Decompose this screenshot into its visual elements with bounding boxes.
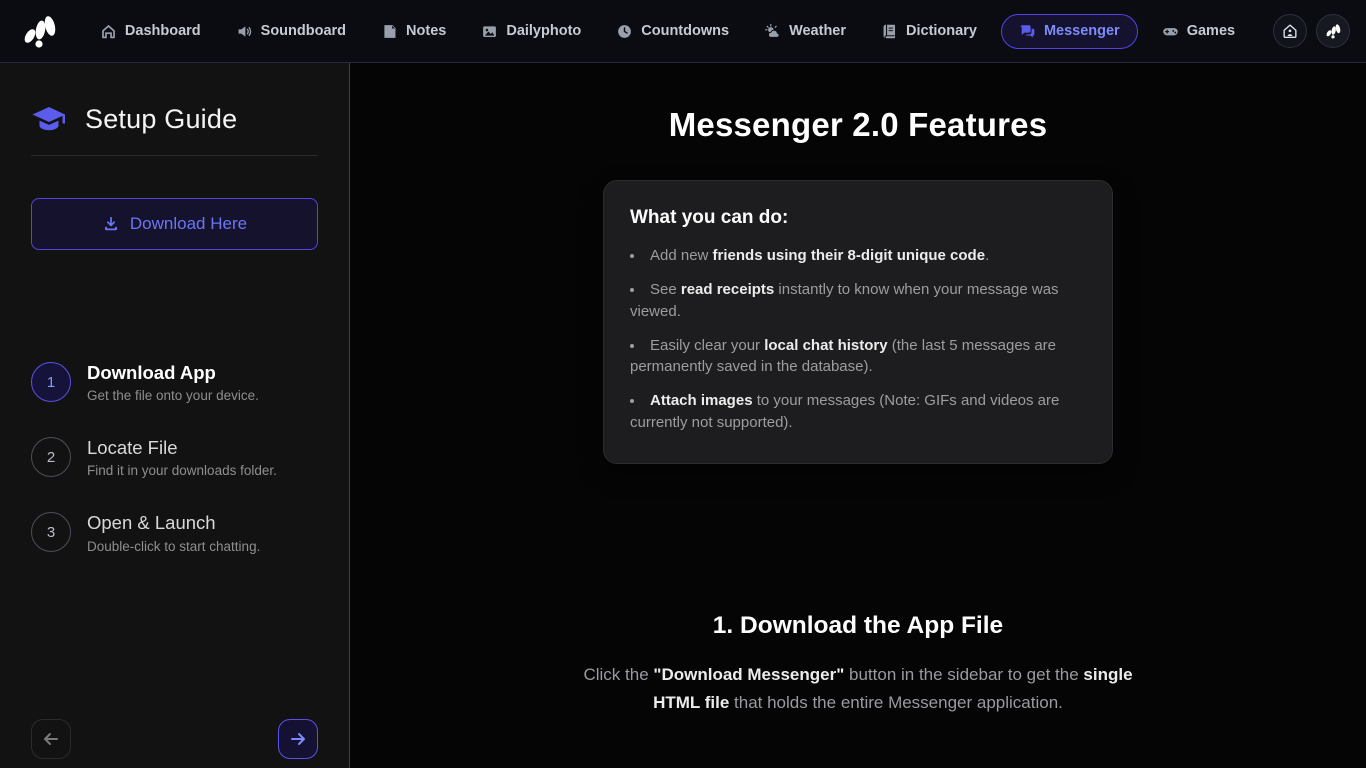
- sidebar-divider: [31, 155, 318, 156]
- main-content: Messenger 2.0 Features What you can do: …: [350, 63, 1366, 768]
- nav-item-dashboard[interactable]: Dashboard: [89, 15, 212, 48]
- image-icon: [481, 23, 498, 40]
- home-icon: [100, 23, 117, 40]
- book-icon: [881, 23, 898, 40]
- nav-right-actions: [1273, 14, 1350, 48]
- nav-item-dailyphoto[interactable]: Dailyphoto: [470, 15, 592, 48]
- note-icon: [381, 23, 398, 40]
- nav-item-games[interactable]: Games: [1151, 15, 1246, 48]
- weather-icon: [764, 23, 781, 40]
- features-card: What you can do: Add new friends using t…: [603, 180, 1113, 464]
- nav-item-countdowns[interactable]: Countdowns: [605, 15, 740, 48]
- step-title: Download App: [87, 362, 259, 384]
- top-navigation-bar: Dashboard Soundboard Notes Dailyphoto Co…: [0, 0, 1366, 63]
- setup-steps-list: 1 Download App Get the file onto your de…: [31, 362, 318, 554]
- avatar[interactable]: [1316, 14, 1350, 48]
- page-title: Messenger 2.0 Features: [350, 106, 1366, 144]
- nav-item-messenger[interactable]: Messenger: [1001, 14, 1138, 49]
- download-button-label: Download Here: [130, 214, 247, 234]
- nav-item-soundboard[interactable]: Soundboard: [225, 15, 357, 48]
- nav-item-weather[interactable]: Weather: [753, 15, 857, 48]
- feature-bullet: See read receipts instantly to know when…: [630, 279, 1086, 322]
- feature-bullet: Add new friends using their 8-digit uniq…: [630, 245, 1086, 266]
- section-paragraph: Click the "Download Messenger" button in…: [558, 661, 1158, 717]
- setup-step[interactable]: 2 Locate File Find it in your downloads …: [31, 437, 318, 478]
- clock-icon: [616, 23, 633, 40]
- download-icon: [102, 215, 120, 233]
- setup-guide-sidebar: Setup Guide Download Here 1 Download App…: [0, 63, 350, 768]
- step-title: Open & Launch: [87, 512, 260, 534]
- home-user-icon: [1281, 22, 1299, 40]
- graduation-cap-icon: [31, 105, 67, 135]
- sidebar-header: Setup Guide: [31, 104, 318, 135]
- setup-step[interactable]: 1 Download App Get the file onto your de…: [31, 362, 318, 403]
- setup-step[interactable]: 3 Open & Launch Double-click to start ch…: [31, 512, 318, 553]
- next-step-button[interactable]: [278, 719, 318, 759]
- gamepad-icon: [1162, 23, 1179, 40]
- app-logo[interactable]: [16, 10, 62, 52]
- feature-bullet: Easily clear your local chat history (th…: [630, 335, 1086, 378]
- features-list: Add new friends using their 8-digit uniq…: [630, 245, 1086, 433]
- brand-avatar-icon: [1324, 22, 1342, 40]
- step-title: Locate File: [87, 437, 277, 459]
- section-title: 1. Download the App File: [350, 612, 1366, 640]
- previous-step-button[interactable]: [31, 719, 71, 759]
- main-nav-menu: Dashboard Soundboard Notes Dailyphoto Co…: [62, 14, 1273, 49]
- nav-item-dictionary[interactable]: Dictionary: [870, 15, 988, 48]
- arrow-right-icon: [288, 729, 308, 749]
- brand-logo-icon: [19, 13, 59, 49]
- step-subtitle: Get the file onto your device.: [87, 388, 259, 403]
- download-here-button[interactable]: Download Here: [31, 198, 318, 250]
- step-subtitle: Double-click to start chatting.: [87, 539, 260, 554]
- arrow-left-icon: [41, 729, 61, 749]
- speaker-icon: [236, 23, 253, 40]
- step-number-badge: 3: [31, 512, 71, 552]
- step-number-badge: 2: [31, 437, 71, 477]
- sidebar-pager: [31, 719, 318, 759]
- nav-item-notes[interactable]: Notes: [370, 15, 457, 48]
- features-card-title: What you can do:: [630, 207, 1086, 229]
- feature-bullet: Attach images to your messages (Note: GI…: [630, 390, 1086, 433]
- home-circle-button[interactable]: [1273, 14, 1307, 48]
- step-number-badge: 1: [31, 362, 71, 402]
- chat-icon: [1019, 23, 1036, 40]
- sidebar-title: Setup Guide: [85, 104, 237, 135]
- step-subtitle: Find it in your downloads folder.: [87, 463, 277, 478]
